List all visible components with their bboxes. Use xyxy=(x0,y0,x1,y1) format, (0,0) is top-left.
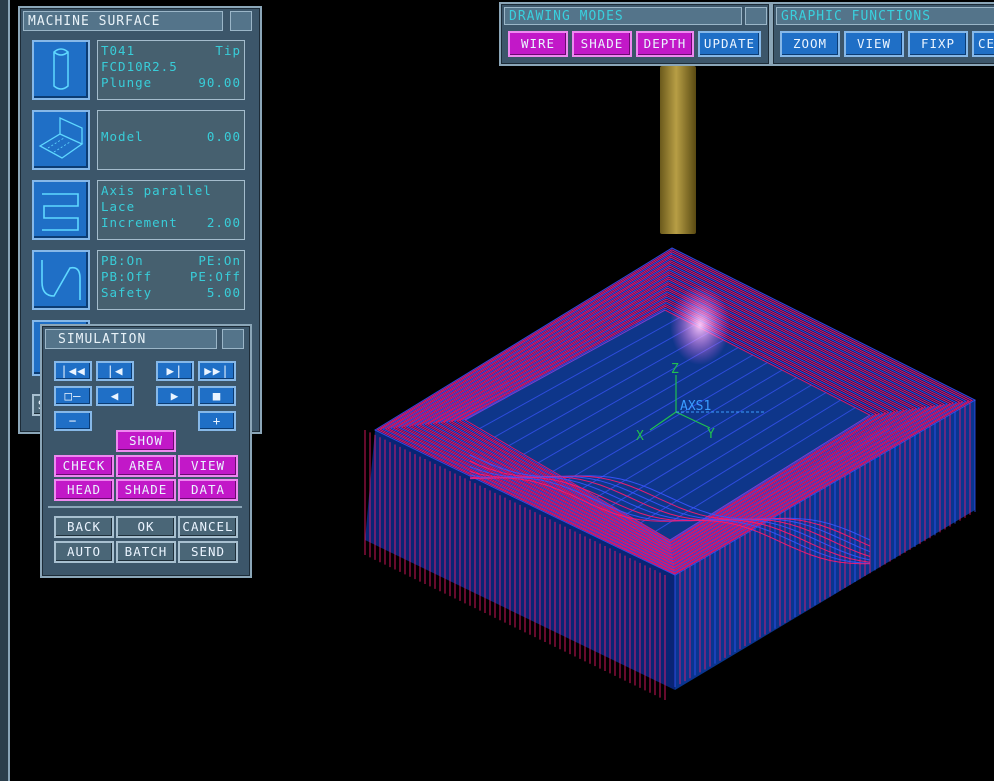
pe-on: PE:On xyxy=(198,253,241,268)
safety-label: Safety xyxy=(101,285,153,300)
increment-label: Increment xyxy=(101,215,178,230)
plunge-value: 90.00 xyxy=(198,75,241,90)
depth-mode-button[interactable]: DEPTH xyxy=(636,31,694,57)
shade-mode-button[interactable]: SHADE xyxy=(572,31,632,57)
batch-button[interactable]: BATCH xyxy=(116,541,176,563)
axis-y-label: Y xyxy=(707,427,715,442)
model-surface-icon xyxy=(38,116,84,159)
simulation-panel: SIMULATION |◀◀ |◀ ▶| ▶▶| □— ◀ ▶ ■ − + SH… xyxy=(40,324,252,578)
lace-pattern-icon xyxy=(42,193,79,231)
tool-name: T041 xyxy=(101,43,136,58)
auto-button[interactable]: AUTO xyxy=(54,541,114,563)
cancel-button[interactable]: CANCEL xyxy=(178,516,238,538)
tool-tip-label: Tip xyxy=(215,43,241,58)
next-frame-button[interactable]: ▶| xyxy=(156,361,194,381)
model-label: Model xyxy=(101,129,144,144)
play-button[interactable]: ▶ xyxy=(156,386,194,406)
back-button[interactable]: BACK xyxy=(54,516,114,538)
tool-icon-button[interactable] xyxy=(32,40,90,100)
model-info: Model 0.00 xyxy=(97,110,245,170)
model-value: 0.00 xyxy=(206,129,241,144)
increment-value: 2.00 xyxy=(206,215,241,230)
graphic-functions-title: GRAPHIC FUNCTIONS xyxy=(776,7,994,25)
first-frame-button[interactable]: |◀◀ xyxy=(54,361,92,381)
axis-x-label: X xyxy=(636,429,644,444)
area-button[interactable]: AREA xyxy=(116,455,176,477)
wire-mode-button[interactable]: WIRE xyxy=(508,31,568,57)
stop-button[interactable]: ■ xyxy=(198,386,236,406)
link-path-icon xyxy=(41,260,81,300)
view-function-button[interactable]: VIEW xyxy=(844,31,904,57)
model-icon-button[interactable] xyxy=(32,110,90,170)
speed-plus-button[interactable]: + xyxy=(198,411,236,431)
shade-button[interactable]: SHADE xyxy=(116,479,176,501)
update-button[interactable]: UPDATE xyxy=(698,31,761,57)
tool-spec: FCD10R2.5 xyxy=(101,59,178,74)
axis-z-label: Z xyxy=(671,362,679,377)
tool-icon xyxy=(53,48,69,90)
cutting-tool xyxy=(660,66,696,234)
pb-on: PB:On xyxy=(101,253,144,268)
tool-glow xyxy=(670,285,730,365)
speed-minus-button[interactable]: − xyxy=(54,411,92,431)
simulation-title: SIMULATION xyxy=(45,329,217,349)
last-frame-button[interactable]: ▶▶| xyxy=(198,361,236,381)
check-button[interactable]: CHECK xyxy=(54,455,114,477)
drawing-modes-panel: DRAWING MODES WIRE SHADE DEPTH UPDATE xyxy=(499,2,771,66)
left-edge xyxy=(0,0,10,781)
slider-toggle-button[interactable]: □— xyxy=(54,386,92,406)
viewport-3d[interactable]: Z X Y AXS1 xyxy=(250,60,994,781)
safety-value: 5.00 xyxy=(206,285,241,300)
drawing-modes-title: DRAWING MODES xyxy=(504,7,742,25)
tool-info: T041 Tip FCD10R2.5 Plunge 90.00 xyxy=(97,40,245,100)
send-button[interactable]: SEND xyxy=(178,541,238,563)
drawing-modes-close[interactable] xyxy=(745,7,767,25)
button-divider xyxy=(48,506,242,508)
data-button[interactable]: DATA xyxy=(178,479,238,501)
head-button[interactable]: HEAD xyxy=(54,479,114,501)
strategy-icon-button[interactable] xyxy=(32,180,90,240)
strategy-pattern: Lace xyxy=(101,199,136,214)
links-info: PB:On PE:On PB:Off PE:Off Safety 5.00 xyxy=(97,250,245,310)
center-button[interactable]: CE xyxy=(972,31,994,57)
ok-button[interactable]: OK xyxy=(116,516,176,538)
pe-off: PE:Off xyxy=(189,269,241,284)
pb-off: PB:Off xyxy=(101,269,153,284)
show-button[interactable]: SHOW xyxy=(116,430,176,452)
reverse-button[interactable]: ◀ xyxy=(96,386,134,406)
view-button[interactable]: VIEW xyxy=(178,455,238,477)
strategy-info: Axis parallel Lace Increment 2.00 xyxy=(97,180,245,240)
axis-name-label: AXS1 xyxy=(680,399,711,414)
simulation-close-button[interactable] xyxy=(222,329,244,349)
fixp-button[interactable]: FIXP xyxy=(908,31,968,57)
panel-close-button[interactable] xyxy=(230,11,252,31)
strategy-type: Axis parallel xyxy=(101,183,212,198)
machine-surface-title: MACHINE SURFACE xyxy=(23,11,223,31)
graphic-functions-panel: GRAPHIC FUNCTIONS ZOOM VIEW FIXP CE xyxy=(771,2,994,66)
links-icon-button[interactable] xyxy=(32,250,90,310)
plunge-label: Plunge xyxy=(101,75,153,90)
zoom-button[interactable]: ZOOM xyxy=(780,31,840,57)
prev-frame-button[interactable]: |◀ xyxy=(96,361,134,381)
